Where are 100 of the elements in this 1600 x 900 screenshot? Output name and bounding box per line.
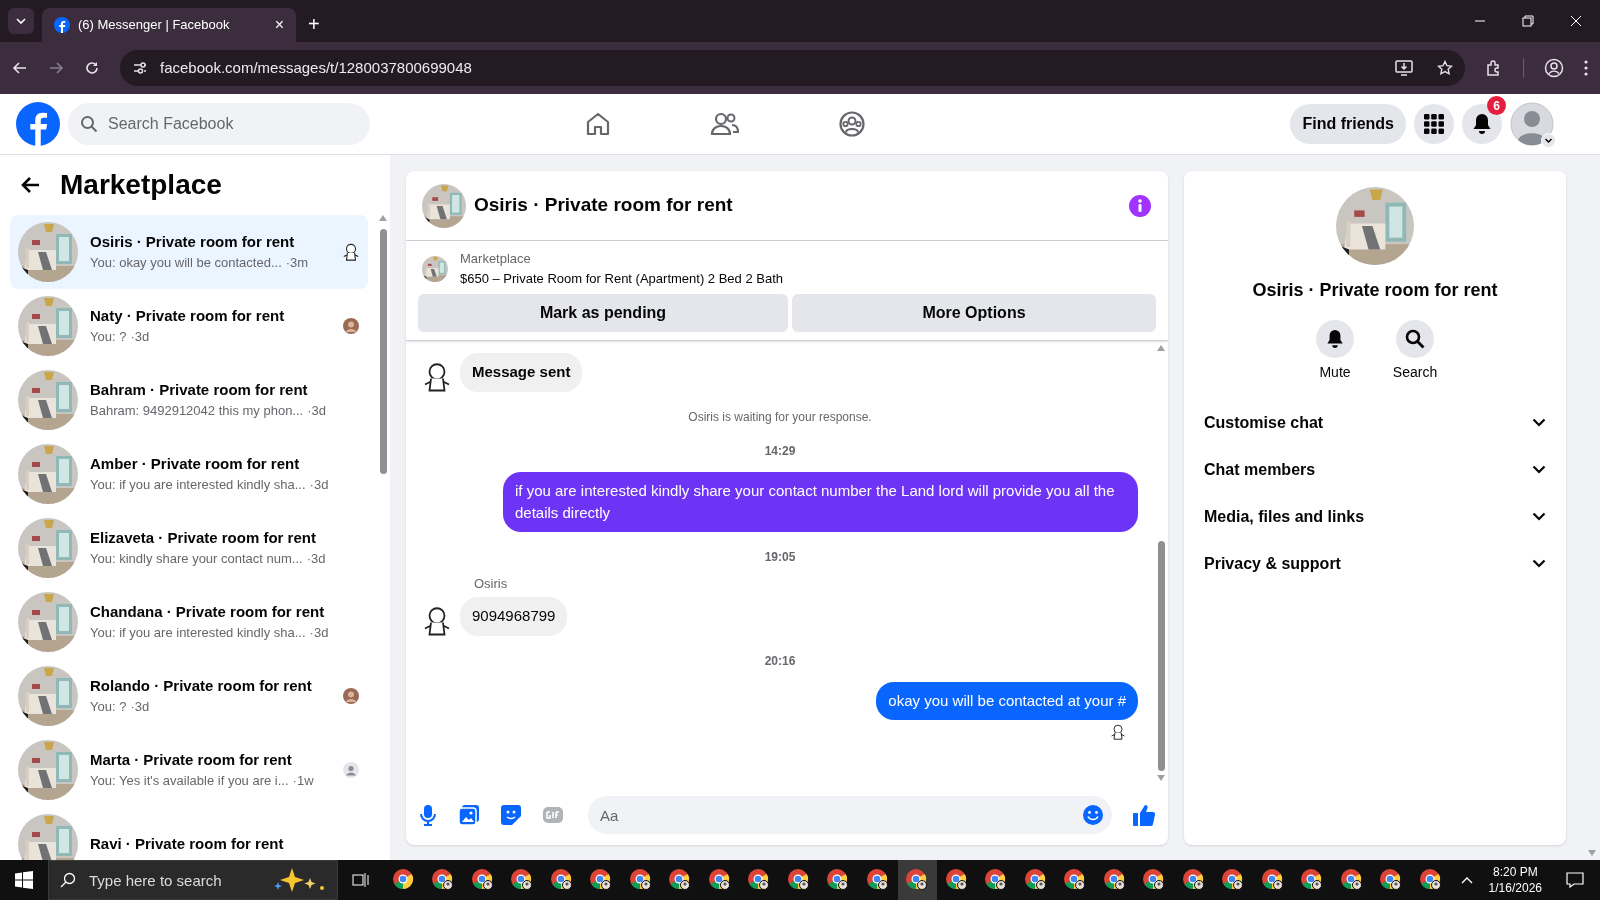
sender-name: Osiris (474, 574, 509, 593)
browser-app-icon[interactable] (1418, 868, 1443, 892)
conversation-item[interactable]: Chandana · Private room for rent You: if you are interested kindly sha... ·3d (10, 585, 368, 659)
find-friends-button[interactable]: Find friends (1290, 104, 1406, 144)
browser-app-icon[interactable] (628, 868, 653, 892)
notification-center-icon[interactable] (1566, 872, 1584, 888)
browser-app-icon[interactable] (905, 868, 930, 892)
browser-app-icon[interactable] (1102, 868, 1127, 892)
browser-app-icon[interactable] (865, 868, 890, 892)
message-bubble: okay you will be contacted at your # (876, 681, 1138, 720)
message-time: ·1w (292, 772, 314, 791)
message-time: ·3d (306, 550, 326, 569)
scroll-down-icon[interactable] (1157, 775, 1165, 781)
chat-title: Osiris · Private room for rent (474, 193, 734, 218)
scrollbar-thumb[interactable] (1157, 541, 1165, 771)
clock-time[interactable]: 8:20 PM (1492, 864, 1538, 880)
menu-button[interactable] (1414, 104, 1454, 144)
listing-title[interactable]: $650 – Private Room for Rent (Apartment) 2 Bed 2 Bath (460, 268, 783, 288)
browser-app-icon[interactable] (470, 868, 495, 892)
browser-app-icon[interactable] (786, 868, 811, 892)
account-caret-icon[interactable] (1541, 133, 1556, 148)
scroll-up-icon[interactable] (1157, 345, 1165, 351)
message-preview: You: ? (90, 328, 127, 347)
mark-pending-button[interactable]: Mark as pending (418, 294, 788, 332)
scrollbar-thumb[interactable] (379, 229, 387, 474)
browser-app-icon[interactable] (707, 868, 732, 892)
conversation-item[interactable]: Elizaveta · Private room for rent You: kindly share your contact num... ·3d (10, 511, 368, 585)
message-time: ·3d (309, 476, 329, 495)
groups-icon[interactable] (838, 110, 867, 138)
section-item[interactable]: Media, files and links (1196, 493, 1554, 540)
browser-app-icon[interactable] (1379, 868, 1404, 892)
browser-app-icon[interactable] (1260, 868, 1285, 892)
install-app-icon[interactable] (1395, 60, 1413, 76)
browser-app-icon[interactable] (944, 868, 969, 892)
bell-icon (1326, 329, 1344, 349)
site-settings-icon[interactable] (132, 60, 148, 76)
mute-button[interactable] (1316, 320, 1354, 358)
browser-app-icon[interactable] (431, 868, 456, 892)
browser-app-icon[interactable] (747, 868, 772, 892)
profile-icon[interactable] (1544, 58, 1564, 78)
info-icon[interactable] (1128, 193, 1152, 218)
sticker-icon[interactable] (500, 804, 522, 826)
reload-icon[interactable] (84, 60, 100, 76)
chevron-up-icon[interactable] (1460, 876, 1473, 884)
browser-app-icon[interactable] (1142, 868, 1167, 892)
section-item[interactable]: Privacy & support (1196, 540, 1554, 587)
section-item[interactable]: Chat members (1196, 446, 1554, 493)
forward-icon[interactable] (48, 60, 64, 76)
back-arrow-icon[interactable] (20, 176, 40, 194)
windows-start-icon[interactable] (15, 871, 33, 889)
browser-app-icon[interactable] (1063, 868, 1088, 892)
scroll-up-icon[interactable] (379, 215, 387, 221)
browser-app-icon[interactable] (1023, 868, 1048, 892)
search-field[interactable]: Search Facebook (68, 103, 370, 145)
browser-app-icon[interactable] (1221, 868, 1246, 892)
message-field[interactable]: Aa (588, 796, 1112, 834)
taskbar-search-field[interactable]: Type here to search (48, 860, 338, 900)
bookmark-star-icon[interactable] (1437, 60, 1453, 76)
message-bubble: if you are interested kindly share your contact number the Land lord will provide you all the details directly (503, 471, 1138, 532)
facebook-logo-icon[interactable] (16, 102, 60, 146)
close-tab-button[interactable]: × (274, 17, 284, 33)
emoji-icon[interactable] (1082, 804, 1104, 826)
section-item[interactable]: Customise chat (1196, 399, 1554, 446)
microphone-icon[interactable] (418, 804, 438, 826)
browser-app-icon[interactable] (1181, 868, 1206, 892)
timestamp: 20:16 (764, 652, 796, 670)
photo-icon[interactable] (458, 804, 480, 826)
back-icon[interactable] (12, 60, 28, 76)
restore-icon[interactable] (1522, 15, 1534, 27)
menu-icon[interactable] (1584, 60, 1588, 76)
like-icon[interactable] (1132, 803, 1156, 827)
caret-icon (16, 18, 26, 24)
browser-tab[interactable]: (6) Messenger | Facebook × (42, 8, 296, 42)
conversation-item[interactable]: Marta · Private room for rent You: Yes it's available if you are i... ·1w (10, 733, 368, 807)
close-icon[interactable] (1570, 15, 1582, 27)
conversation-item[interactable]: Bahram · Private room for rent Bahram: 9492912042 this my phon... ·3d (10, 363, 368, 437)
clock-date[interactable]: 1/16/2026 (1488, 880, 1542, 896)
search-button[interactable] (1396, 320, 1434, 358)
address-bar[interactable]: facebook.com/messages/t/1280037800699048 (120, 50, 1465, 86)
friends-icon[interactable] (710, 110, 741, 138)
browser-app-icon[interactable] (549, 868, 574, 892)
browser-app-icon[interactable] (510, 868, 535, 892)
conversation-item[interactable]: Amber · Private room for rent You: if you are interested kindly sha... ·3d (10, 437, 368, 511)
conversation-item[interactable]: Osiris · Private room for rent You: okay you will be contacted... ·3m (10, 215, 368, 289)
browser-app-icon[interactable] (826, 868, 851, 892)
action-label: Search (1392, 363, 1438, 382)
browser-app-icon[interactable] (1339, 868, 1364, 892)
browser-app-icon[interactable] (984, 868, 1009, 892)
browser-app-icon[interactable] (668, 868, 693, 892)
tab-list-button[interactable] (8, 8, 34, 34)
message-bubble: Message sent (460, 353, 583, 392)
browser-app-icon[interactable] (589, 868, 614, 892)
new-tab-button[interactable]: + (308, 14, 320, 34)
task-view-icon[interactable] (352, 872, 370, 888)
conversation-item[interactable]: Naty · Private room for rent You: ? ·3d (10, 289, 368, 363)
more-options-button[interactable]: More Options (792, 294, 1156, 332)
browser-app-icon[interactable] (1300, 868, 1325, 892)
browser-app-icon[interactable] (391, 868, 416, 892)
conversation-item[interactable]: Rolando · Private room for rent You: ? ·3d (10, 659, 368, 733)
details-title: Osiris · Private room for rent (1252, 279, 1498, 302)
